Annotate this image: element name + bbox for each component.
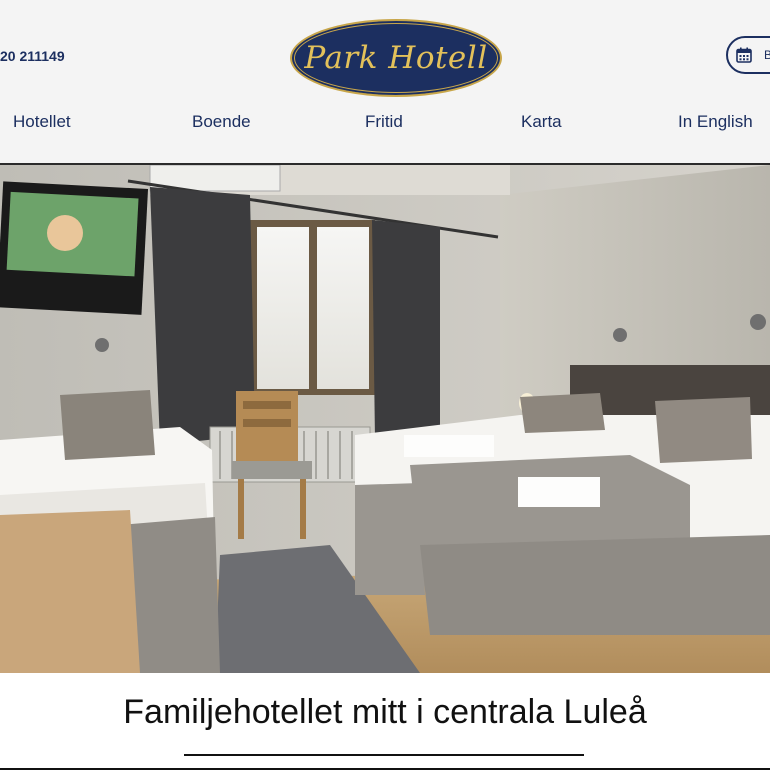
hotel-room-photo — [0, 165, 770, 673]
nav-item-boende[interactable]: Boende — [192, 112, 251, 132]
site-header: 20 211149 Park Hotell B Hotellet Boende … — [0, 0, 770, 165]
nav-item-hotellet[interactable]: Hotellet — [13, 112, 71, 132]
calendar-icon — [736, 47, 752, 63]
main-navigation: Hotellet Boende Fritid Karta In English — [0, 112, 770, 140]
phone-number[interactable]: 20 211149 — [0, 48, 65, 64]
logo-text: Park Hotell — [304, 40, 488, 76]
book-button[interactable]: B — [726, 36, 770, 74]
nav-item-karta[interactable]: Karta — [521, 112, 562, 132]
nav-item-in-english[interactable]: In English — [678, 112, 753, 132]
nav-item-fritid[interactable]: Fritid — [365, 112, 403, 132]
tagline-underline — [184, 754, 584, 756]
book-button-label: B — [764, 48, 770, 62]
page-tagline: Familjehotellet mitt i centrala Luleå — [123, 693, 647, 731]
park-hotell-logo[interactable]: Park Hotell — [290, 19, 502, 97]
